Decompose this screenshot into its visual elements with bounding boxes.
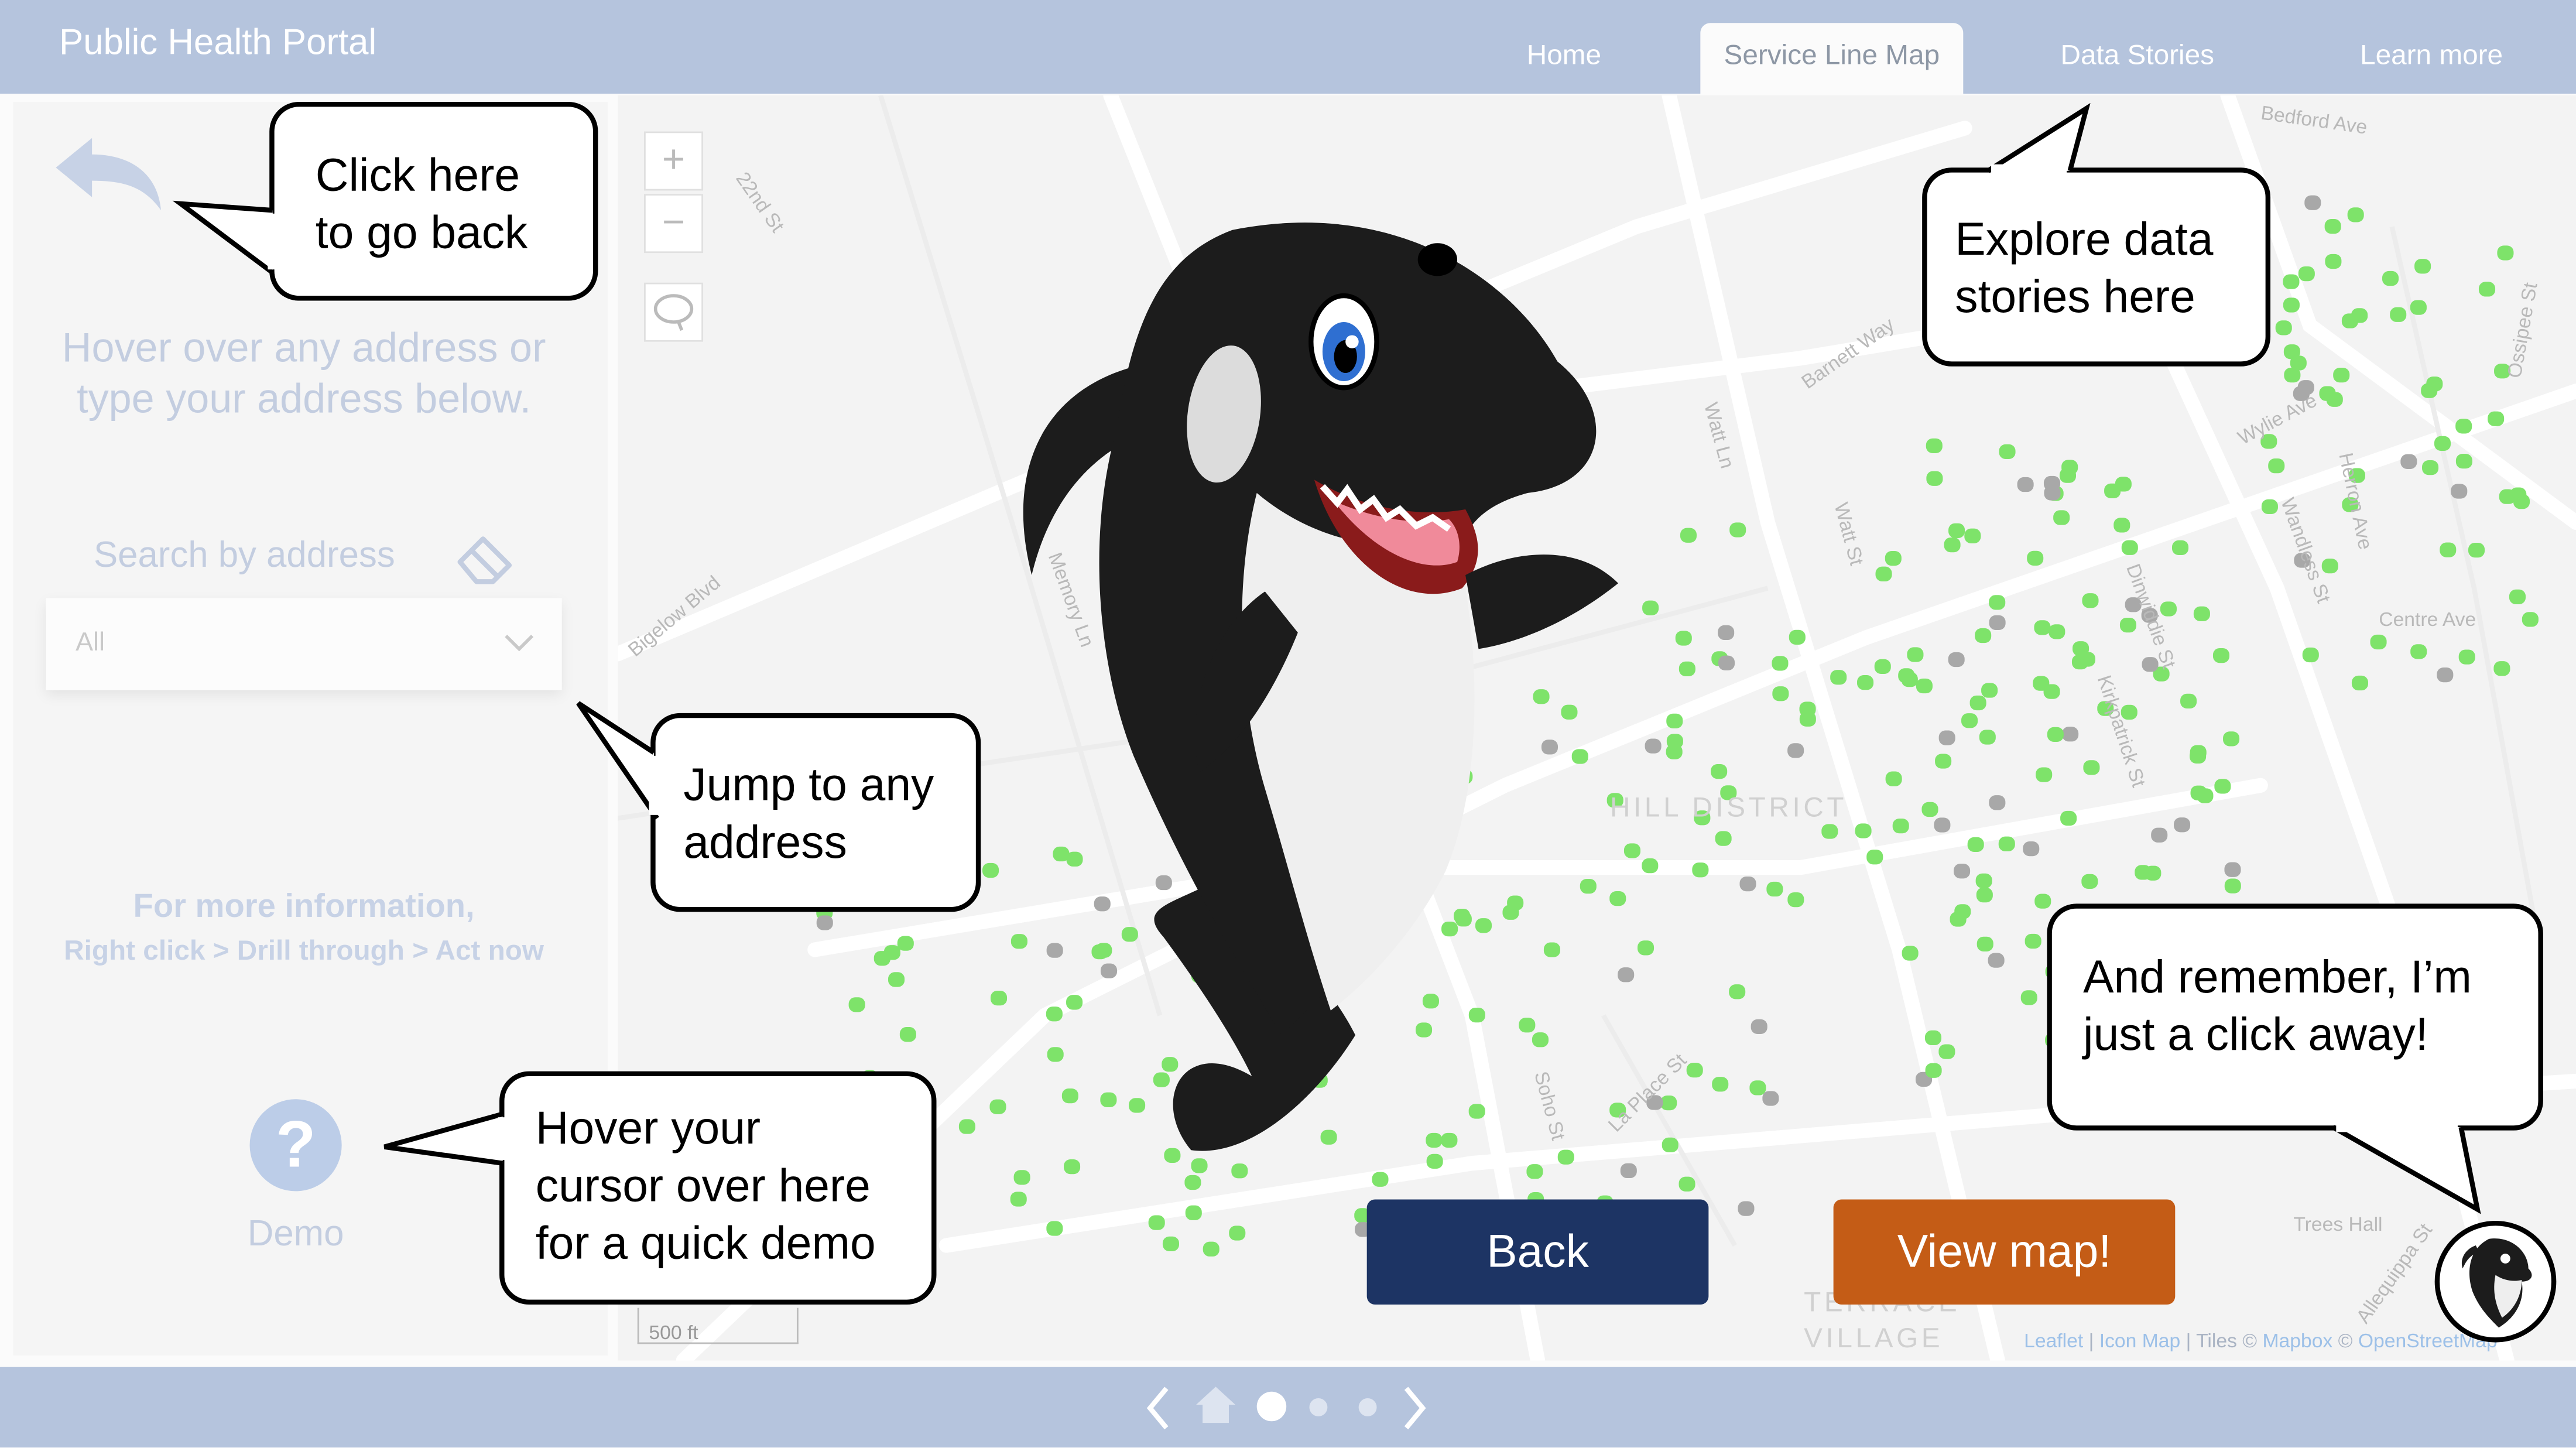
tutorial-overlay-screen: Public Health Portal Home Service Line M… [0,0,2576,1448]
orca-assistant-button[interactable] [2434,1220,2557,1343]
callout-tails [172,102,2481,1214]
orca-avatar-icon [2461,1238,2532,1328]
